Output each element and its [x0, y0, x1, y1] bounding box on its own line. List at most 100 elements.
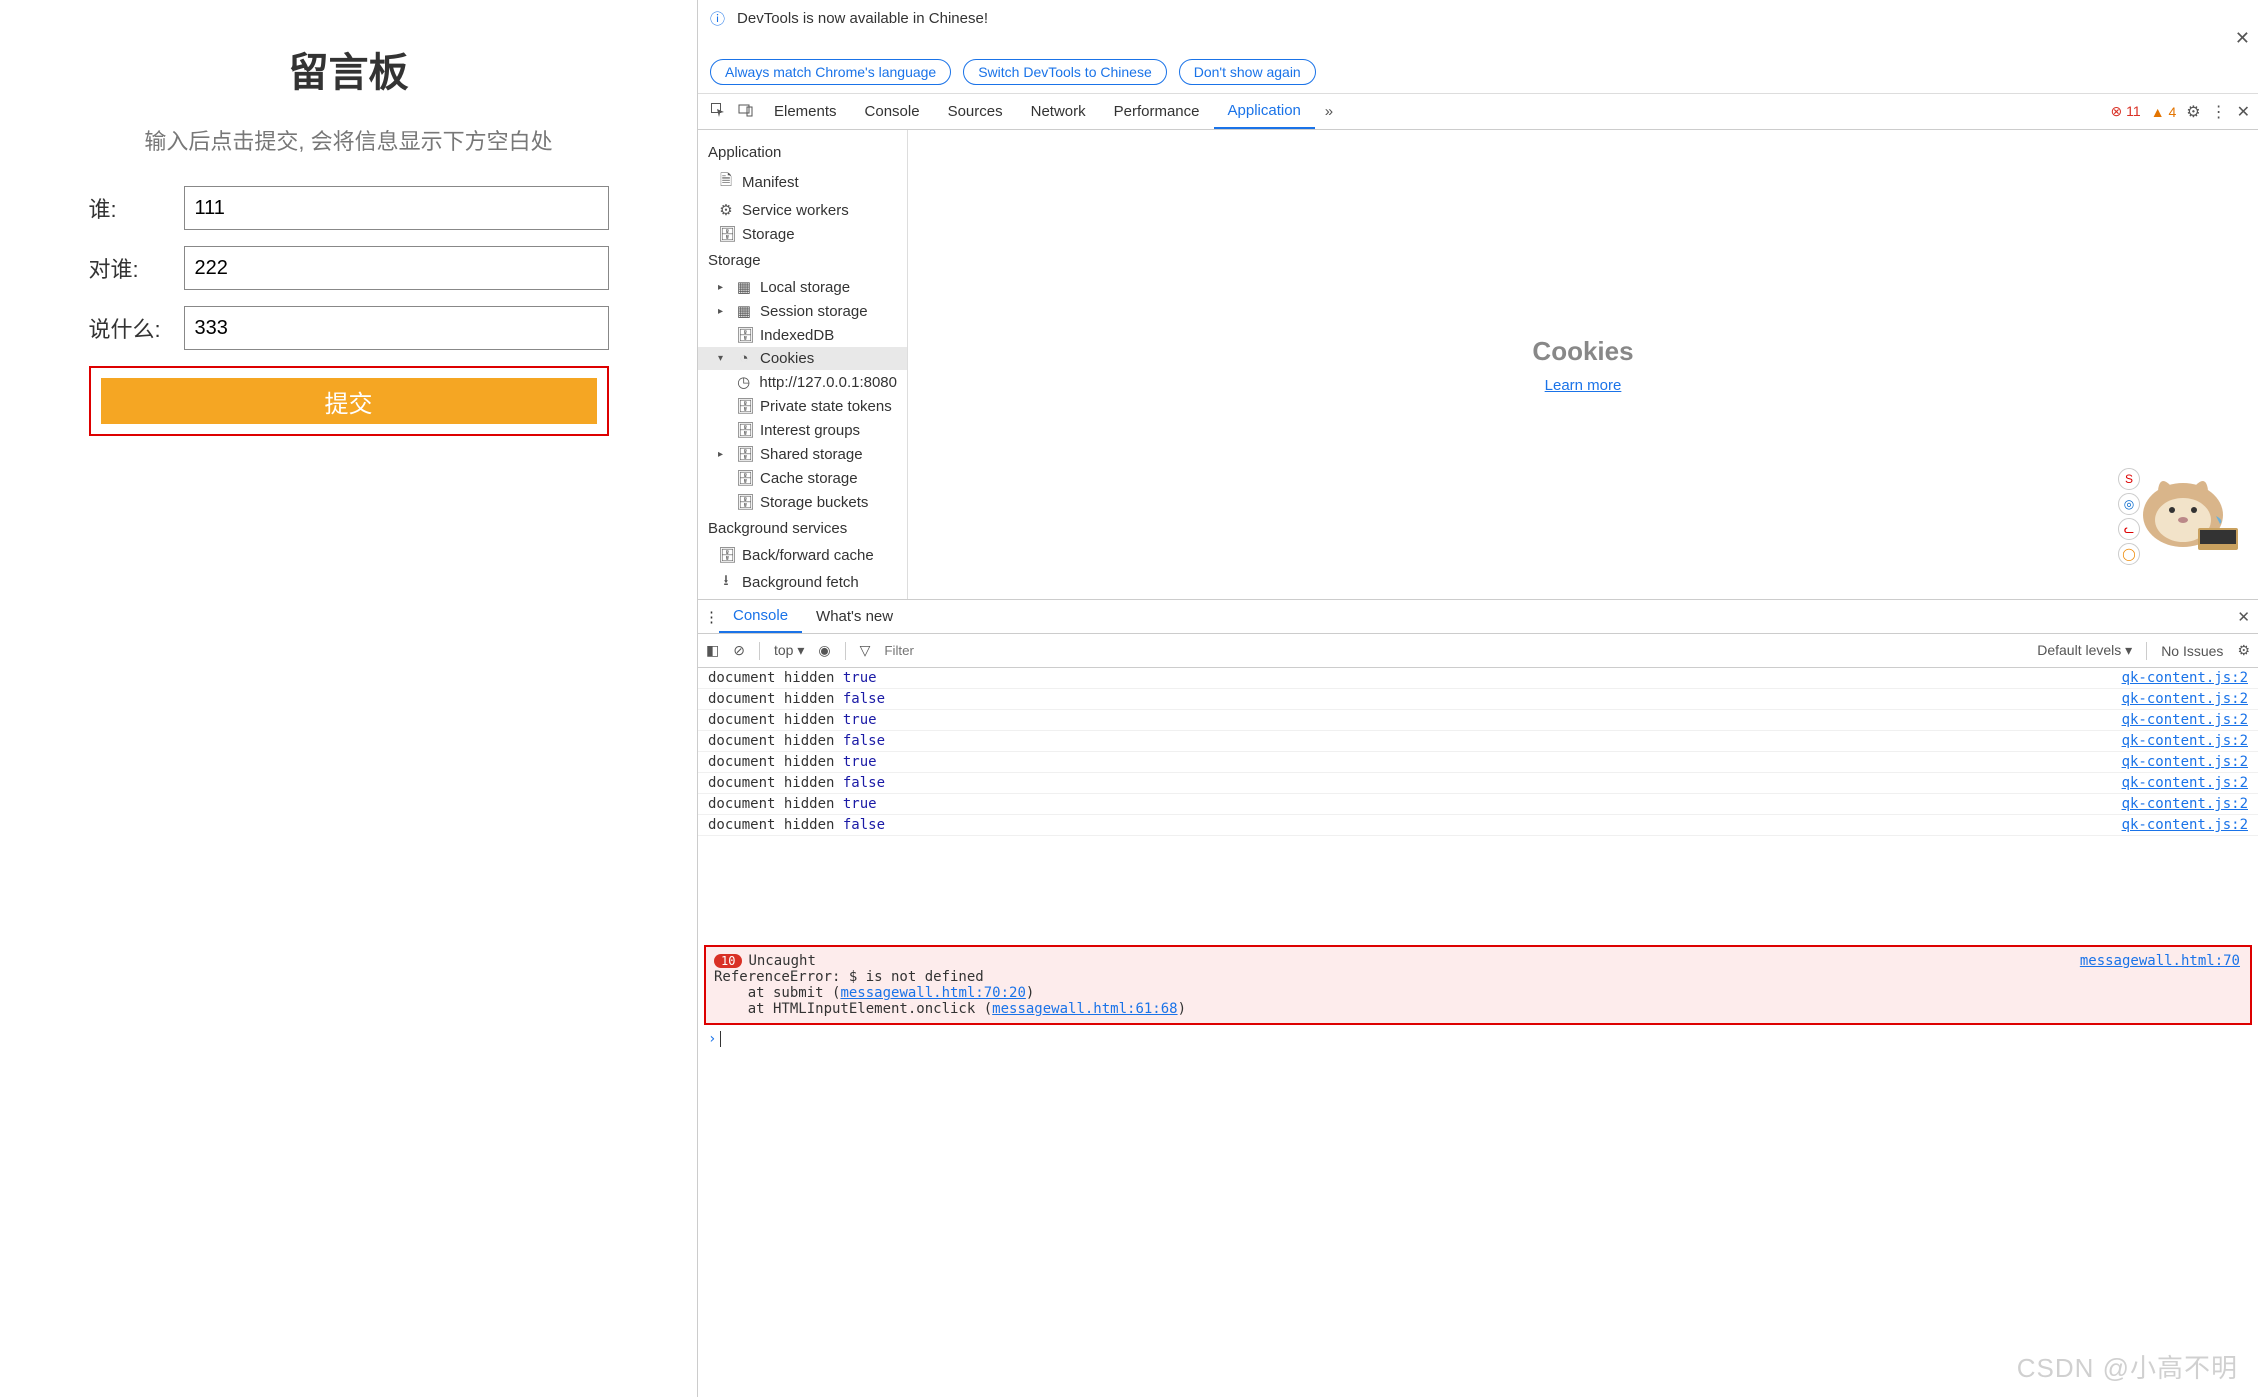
error-title: Uncaught [748, 953, 815, 969]
caret-icon: ▸ [718, 449, 728, 460]
no-issues-label: No Issues [2161, 643, 2223, 659]
sidebar-item-indexeddb[interactable]: 🗄IndexedDB [698, 323, 907, 347]
submit-highlight-box: 提交 [89, 366, 609, 436]
database-icon: 🗄 [736, 493, 752, 511]
banner-switch-chinese-button[interactable]: Switch DevTools to Chinese [963, 59, 1167, 85]
tab-performance[interactable]: Performance [1100, 94, 1214, 129]
sidebar-item-manifest[interactable]: 🗎Manifest [698, 167, 907, 198]
drawer-kebab-icon[interactable]: ⋮ [704, 608, 719, 626]
error-count-badge[interactable]: ⊗ 11 [2111, 103, 2141, 120]
error-source-link[interactable]: messagewall.html:70 [2080, 953, 2240, 969]
grid-icon: ▦ [736, 302, 752, 320]
error-line-1: ReferenceError: $ is not defined [714, 969, 2242, 985]
devtools-main-tabs: Elements Console Sources Network Perform… [698, 94, 2258, 130]
database-icon: 🗄 [736, 469, 752, 487]
close-drawer-icon[interactable]: ✕ [2237, 608, 2250, 626]
sidebar-item-service-workers[interactable]: ⚙Service workers [698, 198, 907, 222]
towho-label: 对谁: [89, 252, 184, 284]
log-levels-selector[interactable]: Default levels ▾ [2037, 642, 2132, 659]
learn-more-link[interactable]: Learn more [1545, 377, 1622, 394]
application-content: Cookies Learn more [908, 130, 2258, 599]
devtools-locale-banner: ⓘ DevTools is now available in Chinese! … [698, 0, 2258, 94]
towho-input[interactable] [184, 246, 609, 290]
database-icon: 🗄 [736, 445, 752, 463]
database-icon: 🗄 [736, 421, 752, 439]
sidebar-heading-application: Application [698, 138, 907, 167]
say-input[interactable] [184, 306, 609, 350]
console-log-row: document hidden trueqk-content.js:2 [698, 752, 2258, 773]
form-subtitle: 输入后点击提交, 会将信息显示下方空白处 [89, 124, 609, 156]
error-count-badge: 10 [714, 954, 742, 968]
drawer-tabs: ⋮ Console What's new ✕ [698, 600, 2258, 634]
banner-dont-show-button[interactable]: Don't show again [1179, 59, 1316, 85]
sidebar-item-bg-fetch[interactable]: ⭳Background fetch [698, 567, 907, 598]
log-source-link[interactable]: qk-content.js:2 [2122, 733, 2248, 749]
sidebar-item-storage[interactable]: 🗄Storage [698, 222, 907, 246]
close-icon[interactable]: ✕ [2235, 28, 2250, 49]
banner-match-language-button[interactable]: Always match Chrome's language [710, 59, 951, 85]
sidebar-item-cache-storage[interactable]: 🗄Cache storage [698, 466, 907, 490]
say-label: 说什么: [89, 312, 184, 344]
stack-link-1[interactable]: messagewall.html:70:20 [840, 985, 1025, 1001]
devtools-panel: ⓘ DevTools is now available in Chinese! … [697, 0, 2258, 1397]
console-log-row: document hidden falseqk-content.js:2 [698, 731, 2258, 752]
sidebar-item-bfcache[interactable]: 🗄Back/forward cache [698, 543, 907, 567]
caret-down-icon: ▾ [718, 353, 728, 364]
console-log-row: document hidden trueqk-content.js:2 [698, 710, 2258, 731]
console-log-row: document hidden trueqk-content.js:2 [698, 794, 2258, 815]
database-icon: 🗄 [736, 326, 752, 344]
sidebar-item-shared-storage[interactable]: ▸🗄Shared storage [698, 442, 907, 466]
log-source-link[interactable]: qk-content.js:2 [2122, 712, 2248, 728]
sidebar-item-cookies[interactable]: ▾◔Cookies [698, 347, 907, 370]
who-input[interactable] [184, 186, 609, 230]
console-log-row: document hidden falseqk-content.js:2 [698, 773, 2258, 794]
mascot-image [2128, 460, 2248, 560]
submit-button[interactable]: 提交 [101, 378, 597, 424]
console-prompt[interactable]: › [698, 1027, 2258, 1051]
gear-icon[interactable]: ⚙ [2186, 102, 2200, 122]
device-toggle-icon[interactable] [732, 102, 760, 122]
eye-icon[interactable]: ◉ [818, 642, 830, 659]
sidebar-item-private-tokens[interactable]: 🗄Private state tokens [698, 394, 907, 418]
drawer-tab-console[interactable]: Console [719, 600, 802, 633]
stack-link-2[interactable]: messagewall.html:61:68 [992, 1001, 1177, 1017]
console-error-block: messagewall.html:70 10 Uncaught Reference… [704, 945, 2252, 1025]
error-line-2: at submit (messagewall.html:70:20) [714, 985, 2242, 1001]
download-icon: ⭳ [718, 570, 734, 595]
application-sidebar[interactable]: Application 🗎Manifest ⚙Service workers 🗄… [698, 130, 908, 599]
console-output[interactable]: document hidden trueqk-content.js:2docum… [698, 668, 2258, 943]
tab-network[interactable]: Network [1017, 94, 1100, 129]
sidebar-item-local-storage[interactable]: ▸▦Local storage [698, 275, 907, 299]
kebab-icon[interactable]: ⋮ [2211, 102, 2227, 122]
tab-sources[interactable]: Sources [934, 94, 1017, 129]
gear-small-icon[interactable]: ⚙ [2237, 642, 2250, 659]
database-icon: 🗄 [736, 397, 752, 415]
cookie-icon: ◔ [736, 350, 752, 367]
context-selector[interactable]: top ▾ [774, 642, 804, 659]
log-source-link[interactable]: qk-content.js:2 [2122, 670, 2248, 686]
sidebar-toggle-icon[interactable]: ◧ [706, 642, 719, 659]
log-source-link[interactable]: qk-content.js:2 [2122, 775, 2248, 791]
sidebar-item-bg-sync[interactable]: ⟳Background sync [698, 598, 907, 599]
message-board-form: 留言板 输入后点击提交, 会将信息显示下方空白处 谁: 对谁: 说什么: 提交 [89, 40, 609, 436]
database-icon: 🗄 [718, 546, 734, 564]
tab-elements[interactable]: Elements [760, 94, 851, 129]
log-source-link[interactable]: qk-content.js:2 [2122, 754, 2248, 770]
tab-console[interactable]: Console [851, 94, 934, 129]
clear-console-icon[interactable]: ⊘ [733, 642, 745, 659]
close-devtools-icon[interactable]: ✕ [2237, 102, 2250, 122]
drawer-tab-whatsnew[interactable]: What's new [802, 600, 907, 633]
tab-application[interactable]: Application [1214, 94, 1315, 129]
sidebar-item-storage-buckets[interactable]: 🗄Storage buckets [698, 490, 907, 514]
log-source-link[interactable]: qk-content.js:2 [2122, 691, 2248, 707]
sidebar-item-cookie-origin[interactable]: ◷http://127.0.0.1:8080 [698, 370, 907, 394]
log-source-link[interactable]: qk-content.js:2 [2122, 817, 2248, 833]
log-source-link[interactable]: qk-content.js:2 [2122, 796, 2248, 812]
sidebar-item-session-storage[interactable]: ▸▦Session storage [698, 299, 907, 323]
filter-input[interactable] [884, 643, 1004, 658]
sidebar-item-interest-groups[interactable]: 🗄Interest groups [698, 418, 907, 442]
inspect-icon[interactable] [704, 102, 732, 122]
warning-count-badge[interactable]: ▲ 4 [2151, 104, 2177, 120]
console-filter-bar: ◧ ⊘ top ▾ ◉ ▽ Default levels ▾ No Issues… [698, 634, 2258, 668]
more-tabs-icon[interactable]: » [1315, 103, 1343, 120]
